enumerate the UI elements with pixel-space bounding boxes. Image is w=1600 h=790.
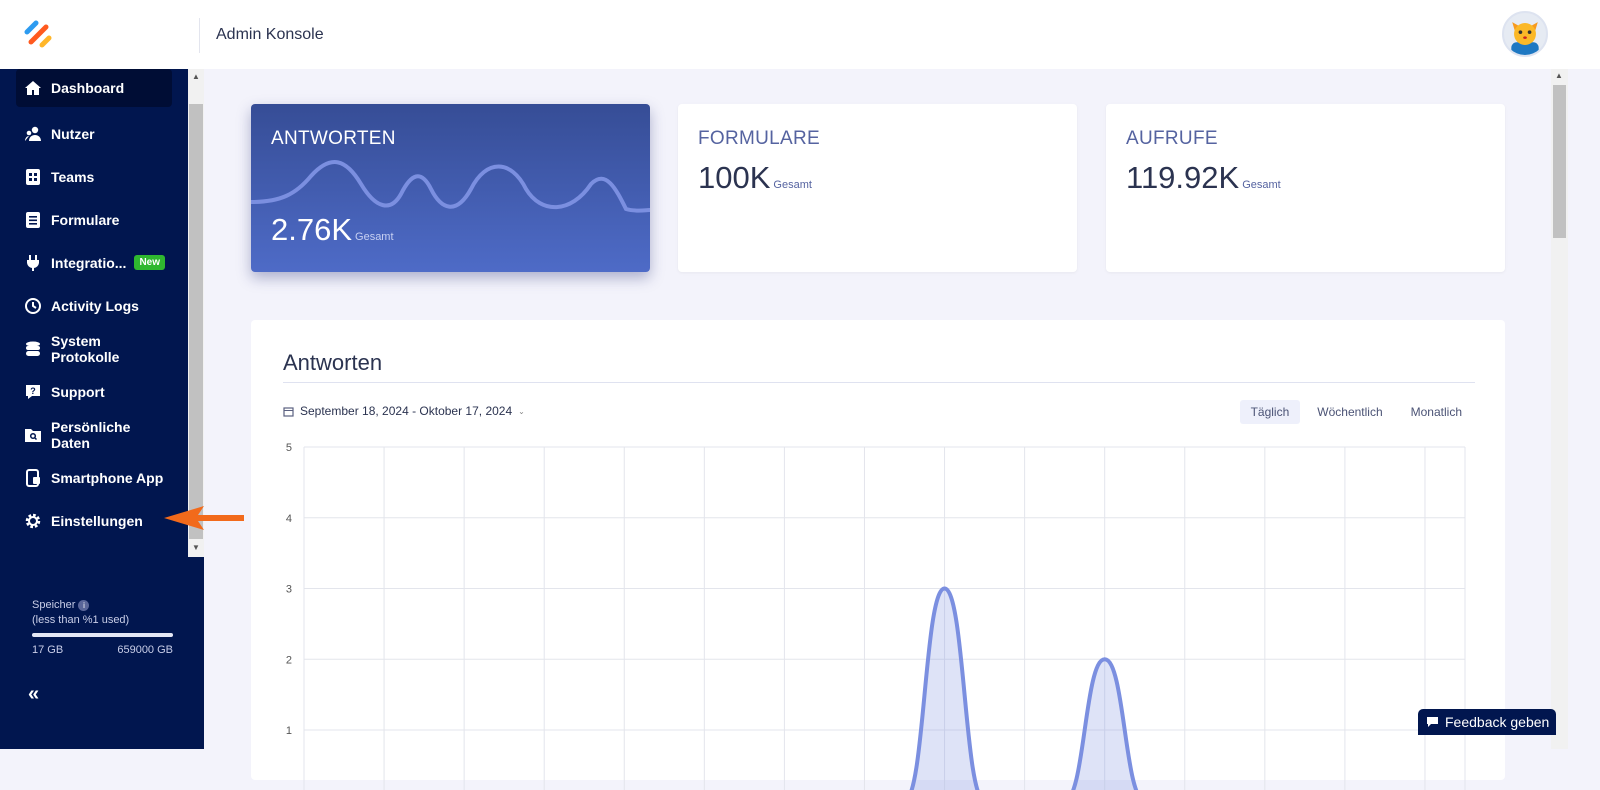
y-tick-label: 3 [286,584,292,596]
sidebar-item-einstellungen[interactable]: Einstellungen [16,499,172,542]
sidebar-scrollbar[interactable]: ▲▼ [188,69,204,557]
sidebar-item-support[interactable]: ? Support [16,370,172,413]
sidebar-item-label: Integratio... [51,255,126,271]
card-antworten[interactable]: ANTWORTEN 2.76KGesamt [251,104,650,272]
scroll-down-icon[interactable]: ▼ [192,543,200,552]
date-range-text: September 18, 2024 - Oktober 17, 2024 [300,404,512,418]
storage-used: 17 GB [32,643,63,658]
scroll-thumb[interactable] [1553,85,1566,238]
chevron-down-icon: ⌄ [518,407,525,416]
series-line [304,589,1465,790]
sidebar-item-label: Smartphone App [51,470,163,486]
y-tick-label: 1 [286,725,292,737]
y-tick-label: 5 [286,442,292,454]
scroll-up-icon[interactable]: ▲ [1555,71,1563,80]
sidebar-item-label: Support [51,384,105,400]
sidebar-item-label: Dashboard [51,80,124,96]
card-title: AUFRUFE [1126,128,1218,150]
feedback-icon [1426,716,1439,728]
antworten-chart: 1 2 3 4 5 [251,430,1505,790]
phone-icon [24,469,42,487]
card-title: ANTWORTEN [271,128,396,150]
date-range-picker[interactable]: September 18, 2024 - Oktober 17, 2024 ⌄ [283,404,525,418]
top-header: Admin Konsole [0,0,1600,69]
app-logo[interactable] [22,18,54,50]
chart-title: Antworten [283,350,382,376]
sidebar-item-system-protokolle[interactable]: System Protokolle [16,327,172,370]
sidebar-item-dashboard[interactable]: Dashboard [16,69,172,107]
users-icon [24,125,42,143]
feedback-button[interactable]: Feedback geben [1418,709,1556,735]
storage-total: 659000 GB [117,643,173,658]
sidebar-item-label: Formulare [51,212,119,228]
sidebar-item-teams[interactable]: Teams [16,155,172,198]
card-formulare[interactable]: FORMULARE 100KGesamt [678,104,1077,272]
new-badge: New [134,255,165,270]
y-tick-label: 2 [286,654,292,666]
sidebar-item-label: System Protokolle [51,333,172,365]
card-value: 2.76KGesamt [271,212,394,248]
annotation-arrow-icon [164,506,246,530]
card-title: FORMULARE [698,128,820,150]
sidebar-item-activity-logs[interactable]: Activity Logs [16,284,172,327]
page-scrollbar[interactable]: ▲ [1551,69,1568,749]
tab-monatlich[interactable]: Monatlich [1400,400,1473,424]
storage-widget: Speicher i (less than %1 used) 17 GB 6590… [32,598,173,658]
sidebar-item-label: Einstellungen [51,513,143,529]
chart-card: Antworten September 18, 2024 - Oktober 1… [251,320,1505,780]
card-value-number: 119.92K [1126,160,1239,195]
sidebar-item-persoenliche-daten[interactable]: Persönliche Daten [16,413,172,456]
info-icon[interactable]: i [78,600,89,611]
plug-icon [24,254,42,272]
gear-icon [24,512,42,530]
avatar[interactable] [1502,11,1548,57]
title-divider [283,382,1475,383]
scroll-up-icon[interactable]: ▲ [192,72,200,81]
storage-progress-bar [32,633,173,637]
sidebar-item-formulare[interactable]: Formulare [16,198,172,241]
teams-icon [24,168,42,186]
folder-search-icon [24,426,42,444]
card-value: 100KGesamt [698,160,812,196]
tab-woechentlich[interactable]: Wöchentlich [1306,400,1393,424]
svg-text:?: ? [30,386,36,396]
sidebar-nav: Dashboard Nutzer Teams Formulare Integra… [16,69,172,542]
card-suffix: Gesamt [773,179,812,191]
support-icon: ? [24,383,42,401]
storage-usage: (less than %1 used) [32,613,173,628]
feedback-label: Feedback geben [1445,714,1549,730]
wave-decoration-icon [251,154,650,220]
card-suffix: Gesamt [355,231,394,243]
home-icon [24,79,42,97]
sidebar-item-integrations[interactable]: Integratio... New [16,241,172,284]
card-aufrufe[interactable]: AUFRUFE 119.92KGesamt [1106,104,1505,272]
form-icon [24,211,42,229]
card-value-number: 2.76K [271,212,352,247]
sidebar-item-label: Persönliche Daten [51,419,172,451]
y-tick-label: 4 [286,513,292,525]
clock-icon [24,297,42,315]
period-tabs: Täglich Wöchentlich Monatlich [1240,400,1473,424]
sidebar-item-label: Activity Logs [51,298,139,314]
card-suffix: Gesamt [1242,179,1281,191]
sidebar-item-smartphone-app[interactable]: Smartphone App [16,456,172,499]
tab-taeglich[interactable]: Täglich [1240,400,1301,424]
database-icon [24,340,42,358]
sidebar-item-label: Teams [51,169,94,185]
card-value: 119.92KGesamt [1126,160,1281,196]
sidebar-item-label: Nutzer [51,126,95,142]
page-title: Admin Konsole [216,26,324,44]
calendar-icon [283,406,294,417]
collapse-sidebar-icon[interactable]: « [28,683,39,706]
header-divider [199,18,200,53]
card-value-number: 100K [698,160,770,195]
series-area [304,589,1465,790]
storage-label: Speicher [32,599,75,611]
scroll-thumb[interactable] [189,104,203,539]
sidebar-item-nutzer[interactable]: Nutzer [16,112,172,155]
